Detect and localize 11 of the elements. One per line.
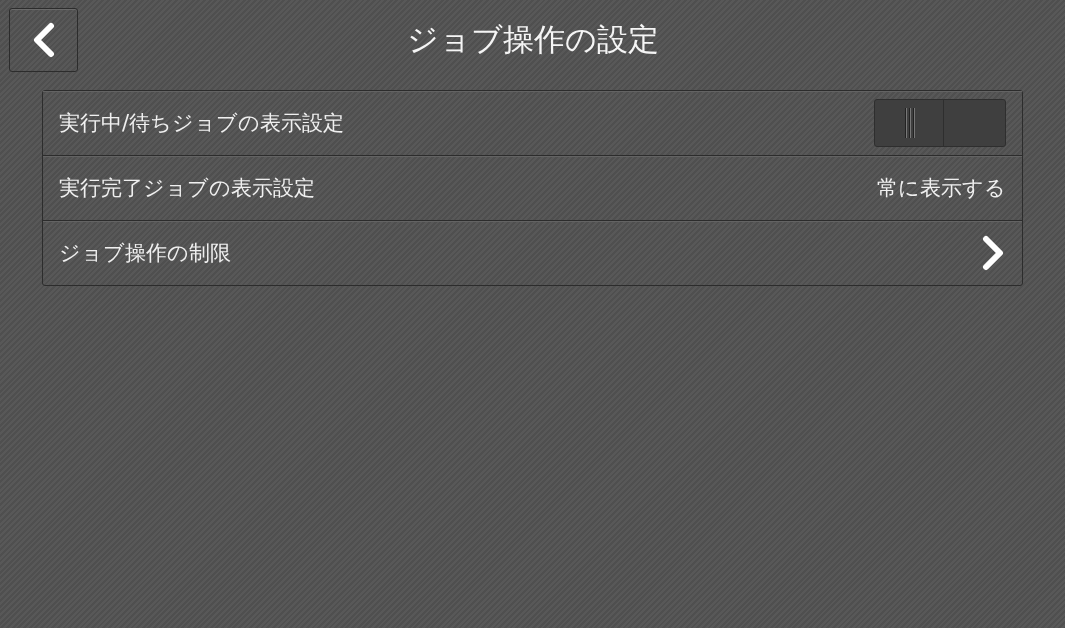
setting-label: ジョブ操作の制限 [59, 240, 231, 267]
setting-label: 実行中/待ちジョブの表示設定 [59, 110, 345, 137]
toggle-switch[interactable] [874, 99, 1006, 147]
screen-title: ジョブ操作の設定 [406, 20, 659, 59]
setting-label: 実行完了ジョブの表示設定 [59, 175, 315, 202]
chevron-right-icon [980, 235, 1006, 271]
settings-row[interactable]: 実行完了ジョブの表示設定 常に表示する [43, 155, 1022, 220]
settings-row[interactable]: ジョブ操作の制限 [43, 220, 1022, 285]
settings-row[interactable]: 実行中/待ちジョブの表示設定 [43, 91, 1022, 155]
setting-value: 常に表示する [877, 175, 1006, 202]
back-button[interactable] [9, 8, 78, 72]
